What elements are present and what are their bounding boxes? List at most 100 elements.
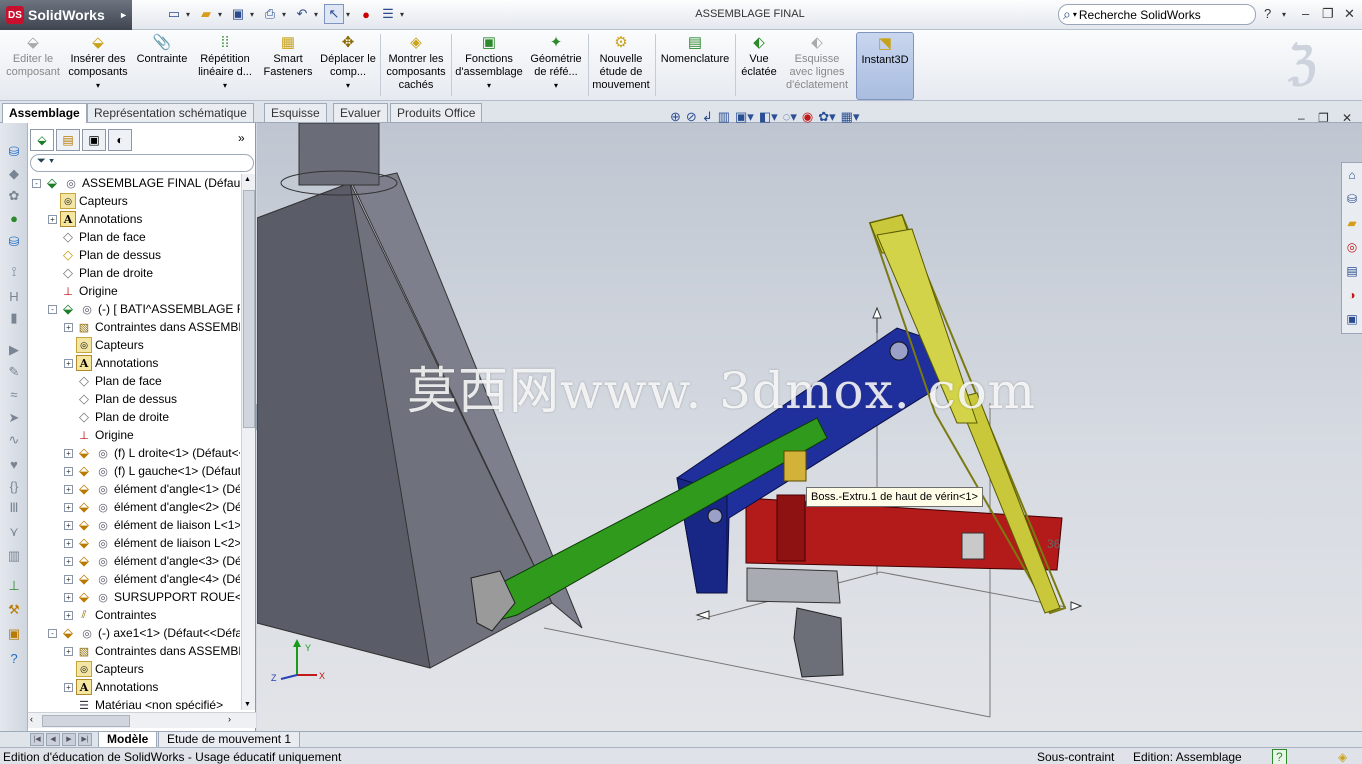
first-tab-icon[interactable]: |◀ [30,733,44,746]
database-icon[interactable]: ⛁ [5,143,23,161]
minimize-icon[interactable]: – [1302,6,1309,21]
tree-vertical-scrollbar[interactable]: ▲ ▼ [241,174,255,710]
tree-row[interactable]: + ▧ Contraintes dans ASSEMBLA [28,642,240,660]
expand-icon[interactable]: + [64,448,73,458]
viewport-close-icon[interactable]: ✕ [1342,111,1352,125]
view-settings-icon[interactable]: ▦▾ [841,109,860,125]
status-tag-icon[interactable]: ◈ [1338,750,1347,764]
tree-row[interactable]: + ▧ Contraintes dans ASSEMBLA [28,318,240,336]
section-view-icon[interactable]: ▥ [718,109,730,125]
search-icon[interactable]: ⌕ [1063,6,1071,23]
new-motion-study-button[interactable]: ⚙ Nouvelle étude de mouvement [590,32,652,100]
collapse-icon[interactable]: - [48,628,57,638]
view-palette-icon[interactable]: ▤ [1342,259,1362,283]
undo-icon[interactable]: ↶ [292,4,312,24]
zigzag-icon[interactable]: ≈ [5,385,23,403]
expand-icon[interactable]: + [64,646,73,656]
expand-icon[interactable]: + [64,592,73,602]
wave-icon[interactable]: ∿ [5,431,23,449]
tab-modele[interactable]: Modèle [98,732,158,748]
search-dropdown-icon[interactable]: ▾ [1073,10,1077,19]
search-box[interactable]: ⌕ ▾ Recherche SolidWorks [1058,4,1256,25]
tree-filter[interactable]: ⏷ ▾ [30,154,254,172]
gear-shape-icon[interactable]: ✿ [5,187,23,205]
tree-row[interactable]: ⊥ Origine [28,282,240,300]
insert-dropdown-icon[interactable]: ▾ [96,79,100,92]
collapse-icon[interactable]: - [32,178,41,188]
edit-appearance-icon[interactable]: ◉ [802,109,813,125]
tree-row[interactable]: ⊥ Origine [28,426,240,444]
pattern-dropdown-icon[interactable]: ▾ [223,79,227,92]
display-style-icon[interactable]: ◧▾ [759,109,778,125]
tab-esquisse[interactable]: Esquisse [264,103,327,122]
home-icon[interactable]: ⌂ [1342,163,1362,187]
expand-icon[interactable]: + [64,538,73,548]
restore-icon[interactable]: ❐ [1322,6,1334,22]
custom-properties-icon[interactable]: ▣ [1342,307,1362,331]
collapse-icon[interactable]: - [48,304,57,314]
hovered-boss[interactable] [783,450,807,482]
refgeo-dropdown-icon[interactable]: ▾ [554,79,558,92]
feature-tree-tab-icon[interactable]: ⬙ [30,129,54,151]
braces-icon[interactable]: {} [5,477,23,495]
mate-button[interactable]: 📎 Contrainte [134,32,190,100]
tree-row[interactable]: ◇ Plan de face [28,228,240,246]
save-icon[interactable]: ▣ [228,4,248,24]
previous-view-icon[interactable]: ↲ [702,109,713,125]
tab-motion-study[interactable]: Etude de mouvement 1 [158,732,301,748]
tree-row[interactable]: + ⬙ ◎ élément d'angle<1> (Défa [28,480,240,498]
select-pointer-icon[interactable]: ↖ [324,4,344,24]
scroll-up-icon[interactable]: ▲ [244,176,251,183]
tree-row[interactable]: + A Annotations [28,354,240,372]
zoom-area-icon[interactable]: ⊘ [686,109,697,125]
print-icon[interactable]: ⎙ [260,4,280,24]
file-explorer-icon[interactable]: ▰ [1342,211,1362,235]
options-dropdown-icon[interactable]: ▾ [400,10,408,19]
letter-h-icon[interactable]: H [5,287,23,305]
insert-components-button[interactable]: ⬙ Insérer des composants ▾ [66,32,130,100]
expand-icon[interactable]: + [64,520,73,530]
hide-show-icon[interactable]: ◌▾ [783,109,797,125]
search-results-icon[interactable]: ◎ [1342,235,1362,259]
weld-icon[interactable]: ⟟ [5,263,23,281]
close-icon[interactable]: ✕ [1344,6,1355,22]
undo-dropdown-icon[interactable]: ▾ [314,10,322,19]
rebuild-traffic-light-icon[interactable]: ● [356,4,376,24]
options-icon[interactable]: ☰ [378,4,398,24]
new-dropdown-icon[interactable]: ▾ [186,10,194,19]
hscroll-thumb[interactable] [42,715,130,727]
tree-row[interactable]: + ⬙ ◎ élément de liaison L<2> ( [28,534,240,552]
configuration-tab-icon[interactable]: ▣ [82,129,106,151]
wrench-icon[interactable]: ⚒ [5,601,23,619]
instant3d-button[interactable]: ⬔ Instant3D [856,32,914,100]
menu-arrow-icon[interactable]: ► [119,10,128,20]
help-dropdown-icon[interactable]: ▾ [1282,10,1286,19]
scroll-right-icon[interactable]: › [228,714,231,724]
save-dropdown-icon[interactable]: ▾ [250,10,258,19]
library-icon[interactable]: ⛁ [5,233,23,251]
tree-row[interactable]: -⬙ ◎ ASSEMBLAGE FINAL (Défaut<Etat [28,174,240,192]
scroll-down-icon[interactable]: ▼ [244,701,251,708]
gray-hook[interactable] [793,607,844,678]
expand-icon[interactable]: + [64,574,73,584]
move-dropdown-icon[interactable]: ▾ [346,79,350,92]
tree-row[interactable]: + ⬙ ◎ SURSUPPORT ROUE<1> ( [28,588,240,606]
tree-row[interactable]: + ⬙ ◎ élément d'angle<2> (Défa [28,498,240,516]
graphics-area[interactable]: 36 莫西网www. 3dmox. com Boss.-Extru.1 de h… [257,123,1362,731]
tab-assemblage[interactable]: Assemblage [2,103,87,123]
heart-icon[interactable]: ♥ [5,455,23,473]
tree-row[interactable]: + ⫽ Contraintes [28,606,240,624]
tree-row[interactable]: ◎ Capteurs [28,660,240,678]
assembly-model[interactable]: 36 [257,123,1362,731]
tab-produits-office[interactable]: Produits Office [390,103,483,122]
expand-icon[interactable]: + [64,610,73,620]
columns-icon[interactable]: Ⅲ [5,499,23,517]
pen-icon[interactable]: ✎ [5,363,23,381]
apply-scene-icon[interactable]: ✿▾ [818,109,835,125]
scroll-left-icon[interactable]: ‹ [30,714,33,724]
tree-horizontal-scrollbar[interactable]: ‹ › [28,712,256,728]
appearances-icon[interactable]: ◑ [1342,283,1362,307]
show-hidden-components-button[interactable]: ◈ Montrer les composants cachés [384,32,448,100]
open-dropdown-icon[interactable]: ▾ [218,10,226,19]
tree-row[interactable]: ◇ Plan de dessus [28,246,240,264]
